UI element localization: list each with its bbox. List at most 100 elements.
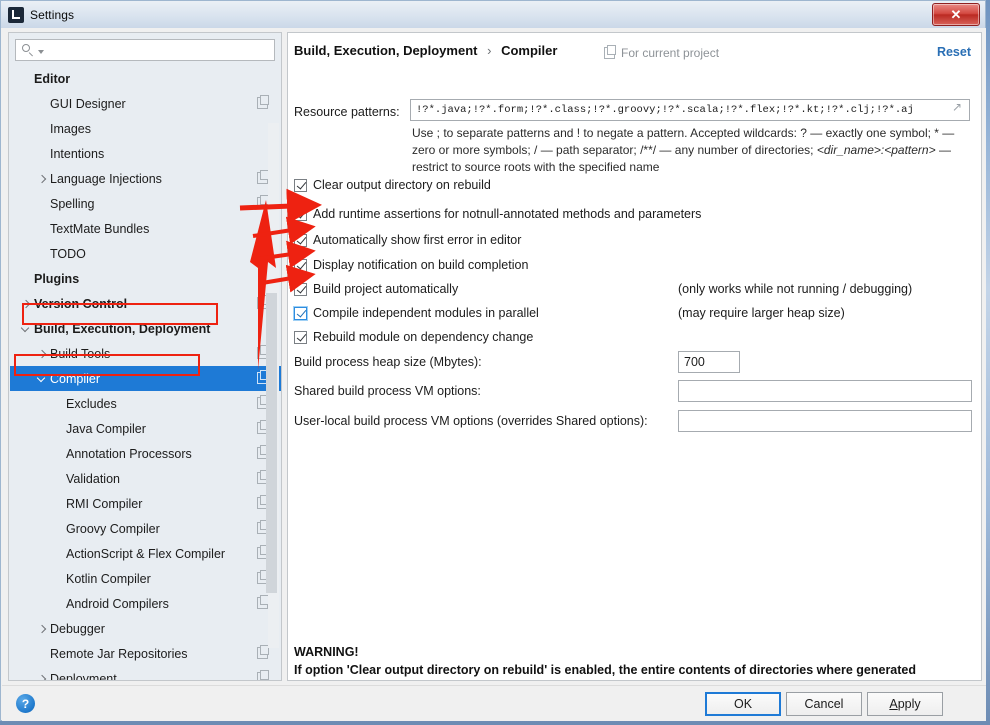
sidebar-item-deployment[interactable]: Deployment — [10, 666, 281, 681]
project-scope-label: For current project — [621, 46, 720, 60]
sidebar-item-label: Android Compilers — [66, 596, 169, 611]
sidebar-item-label: TODO — [50, 246, 86, 261]
sidebar-item-label: Debugger — [50, 621, 105, 636]
sidebar-item-label: Deployment — [50, 671, 117, 681]
field-input-build-process-heap-size-mbytes[interactable]: 700 — [678, 351, 740, 373]
resource-patterns-hint: Use ; to separate patterns and ! to nega… — [412, 125, 968, 176]
resource-patterns-value: !?*.java;!?*.form;!?*.class;!?*.groovy;!… — [416, 104, 914, 116]
sidebar-item-textmate-bundles[interactable]: TextMate Bundles — [10, 216, 281, 241]
highlight-build-execution-deployment — [22, 303, 218, 325]
cancel-button[interactable]: Cancel — [786, 692, 862, 716]
checkbox-label-compile-independent-modules-in-parallel: Compile independent modules in parallel — [313, 306, 539, 320]
hint-line-3: restrict to source roots with the specif… — [412, 160, 660, 174]
search-box[interactable] — [15, 39, 275, 61]
sidebar-scrollbar-thumb[interactable] — [266, 293, 277, 593]
sidebar-item-label: Validation — [66, 471, 120, 486]
sidebar-item-label: Kotlin Compiler — [66, 571, 151, 586]
reset-link[interactable]: Reset — [937, 45, 971, 59]
expand-icon[interactable] — [951, 100, 965, 117]
copy-settings-icon[interactable] — [257, 195, 269, 209]
field-input-user-local-build-process-vm-options-overrides-shared-options[interactable] — [678, 410, 972, 432]
sidebar-item-remote-jar-repositories[interactable]: Remote Jar Repositories — [10, 641, 281, 666]
sidebar-item-groovy-compiler[interactable]: Groovy Compiler — [10, 516, 281, 541]
help-icon[interactable]: ? — [16, 694, 35, 713]
warning-title: WARNING! — [294, 645, 359, 659]
copy-settings-icon[interactable] — [257, 95, 269, 109]
desktop-background: Settings ✕ Editor GUI Designer Images Inten… — [0, 0, 990, 725]
checkbox-row-build-project-automatically[interactable]: Build project automatically — [294, 282, 458, 296]
checkbox-row-add-runtime-assertions-for-notnull-annotated-methods-and-parameters[interactable]: Add runtime assertions for notnull-annot… — [294, 207, 701, 221]
checkbox-row-clear-output-directory-on-rebuild[interactable]: Clear output directory on rebuild — [294, 178, 491, 192]
field-label-build-process-heap-size-mbytes: Build process heap size (Mbytes): — [294, 355, 482, 369]
sidebar-item-label: Images — [50, 121, 91, 136]
chevron-right-icon[interactable] — [36, 672, 50, 680]
checkbox-row-display-notification-on-build-completion[interactable]: Display notification on build completion — [294, 258, 528, 272]
chevron-down-icon[interactable] — [38, 49, 44, 54]
sidebar-item-android-compilers[interactable]: Android Compilers — [10, 591, 281, 616]
checkbox-label-automatically-show-first-error-in-editor: Automatically show first error in editor — [313, 233, 522, 247]
chevron-right-icon[interactable] — [36, 172, 50, 186]
sidebar-item-label: Language Injections — [50, 171, 162, 186]
sidebar-item-editor[interactable]: Editor — [10, 66, 281, 91]
chevron-right-icon[interactable] — [36, 622, 50, 636]
checkbox-clear-output-directory-on-rebuild[interactable] — [294, 178, 307, 192]
copy-settings-icon[interactable] — [257, 595, 269, 609]
field-label-shared-build-process-vm-options: Shared build process VM options: — [294, 384, 481, 398]
intellij-logo-icon — [8, 6, 24, 23]
checkbox-row-automatically-show-first-error-in-editor[interactable]: Automatically show first error in editor — [294, 233, 521, 247]
search-icon — [21, 43, 35, 57]
sidebar-item-spelling[interactable]: Spelling — [10, 191, 281, 216]
warning-text: WARNING! If option 'Clear output directo… — [294, 643, 964, 680]
ok-button[interactable]: OK — [705, 692, 781, 716]
resource-patterns-field[interactable]: !?*.java;!?*.form;!?*.class;!?*.groovy;!… — [410, 99, 970, 121]
sidebar-item-intentions[interactable]: Intentions — [10, 141, 281, 166]
sidebar-item-annotation-processors[interactable]: Annotation Processors — [10, 441, 281, 466]
sidebar-item-kotlin-compiler[interactable]: Kotlin Compiler — [10, 566, 281, 591]
sidebar-item-plugins[interactable]: Plugins — [10, 266, 281, 291]
sidebar-item-todo[interactable]: TODO — [10, 241, 281, 266]
copy-settings-icon[interactable] — [257, 170, 269, 184]
project-scope-indicator: For current project — [604, 45, 720, 60]
copy-settings-icon[interactable] — [257, 645, 269, 659]
sidebar-item-java-compiler[interactable]: Java Compiler — [10, 416, 281, 441]
sidebar-item-actionscript-flex-compiler[interactable]: ActionScript & Flex Compiler — [10, 541, 281, 566]
sidebar-scrollbar-track[interactable] — [266, 123, 279, 648]
checkbox-add-runtime-assertions-for-notnull-annotated-methods-and-parameters[interactable] — [294, 207, 307, 221]
sidebar-item-images[interactable]: Images — [10, 116, 281, 141]
checkbox-automatically-show-first-error-in-editor[interactable] — [294, 233, 307, 247]
checkbox-label-add-runtime-assertions-for-notnull-annotated-methods-and-parameters: Add runtime assertions for notnull-annot… — [313, 207, 702, 221]
sidebar-item-excludes[interactable]: Excludes — [10, 391, 281, 416]
checkbox-label-build-project-automatically: Build project automatically — [313, 282, 459, 296]
field-input-shared-build-process-vm-options[interactable] — [678, 380, 972, 402]
project-scope-icon — [604, 45, 616, 59]
sidebar-item-label: ActionScript & Flex Compiler — [66, 546, 226, 561]
checkbox-label-display-notification-on-build-completion: Display notification on build completion — [313, 258, 529, 272]
breadcrumb-leaf: Compiler — [501, 43, 558, 58]
sidebar-item-language-injections[interactable]: Language Injections — [10, 166, 281, 191]
checkbox-rebuild-module-on-dependency-change[interactable] — [294, 330, 307, 344]
sidebar-item-validation[interactable]: Validation — [10, 466, 281, 491]
sidebar-item-debugger[interactable]: Debugger — [10, 616, 281, 641]
field-label-user-local-build-process-vm-options-overrides-shared-options: User-local build process VM options (ove… — [294, 414, 648, 428]
sidebar-item-label: Intentions — [50, 146, 105, 161]
close-icon[interactable]: ✕ — [932, 3, 980, 26]
checkbox-display-notification-on-build-completion[interactable] — [294, 258, 307, 272]
breadcrumb-root[interactable]: Build, Execution, Deployment — [294, 43, 477, 58]
sidebar-item-label: Remote Jar Repositories — [50, 646, 188, 661]
checkbox-build-project-automatically[interactable] — [294, 282, 307, 296]
checkbox-compile-independent-modules-in-parallel[interactable] — [294, 306, 307, 320]
checkbox-row-rebuild-module-on-dependency-change[interactable]: Rebuild module on dependency change — [294, 330, 533, 344]
sidebar-item-gui-designer[interactable]: GUI Designer — [10, 91, 281, 116]
apply-button[interactable]: Apply — [867, 692, 943, 716]
checkbox-row-compile-independent-modules-in-parallel[interactable]: Compile independent modules in parallel — [294, 306, 539, 320]
copy-settings-icon[interactable] — [257, 670, 269, 680]
title-bar: Settings ✕ — [1, 1, 985, 28]
sidebar-item-rmi-compiler[interactable]: RMI Compiler — [10, 491, 281, 516]
sidebar-item-label: TextMate Bundles — [50, 221, 150, 236]
search-input[interactable] — [47, 40, 274, 60]
